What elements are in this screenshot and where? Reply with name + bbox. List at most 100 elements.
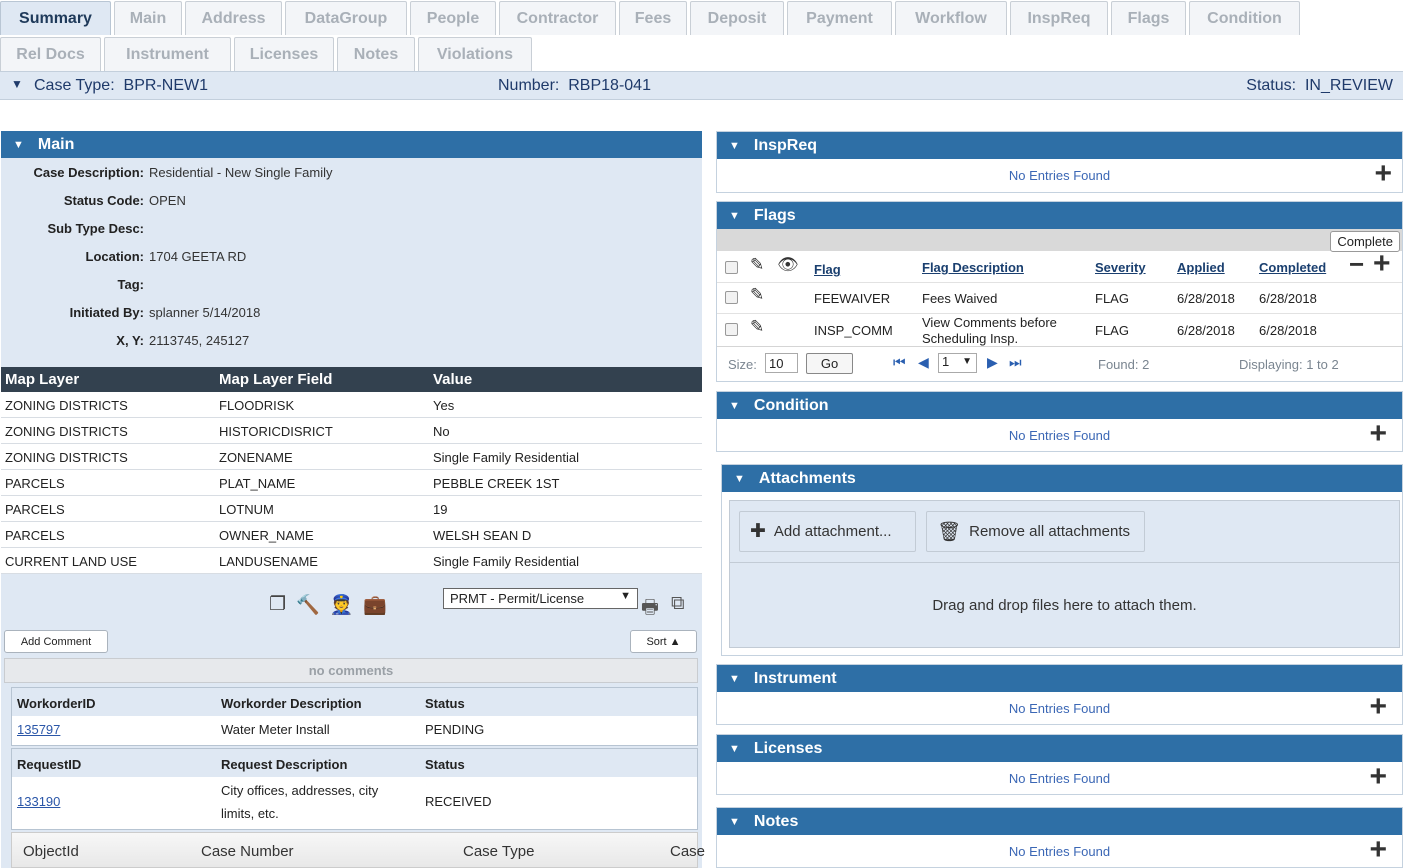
displaying-range: Displaying: 1 to 2 — [1239, 357, 1339, 372]
tab-notes[interactable]: Notes — [337, 37, 415, 71]
select-all-checkbox[interactable] — [725, 261, 738, 274]
table-row: 133190 City offices, addresses, city lim… — [17, 783, 492, 821]
tab-row-1: Summary Main Address DataGroup People Co… — [0, 1, 1303, 35]
chevron-down-icon[interactable]: ▼ — [729, 816, 740, 828]
add-icon[interactable]: + — [1369, 419, 1387, 449]
attachments-area: ✚ Add attachment... 🗑 Remove all attachmen… — [729, 500, 1400, 648]
copy-icon[interactable]: ❐ — [269, 593, 286, 617]
dropdown-arrow-icon: ▼ — [620, 590, 631, 602]
tab-licenses[interactable]: Licenses — [234, 37, 334, 71]
requests-header: RequestID Request Description Status — [12, 749, 697, 777]
module-select[interactable]: PRMT - Permit/License ▼ — [443, 588, 638, 609]
flags-header[interactable]: ▼ Flags — [717, 202, 1402, 229]
add-icon[interactable]: + — [1374, 159, 1392, 189]
tab-workflow[interactable]: Workflow — [895, 1, 1007, 35]
chevron-down-icon[interactable]: ▼ — [729, 400, 740, 412]
tab-payment[interactable]: Payment — [787, 1, 892, 35]
table-row: ZONING DISTRICTS ZONENAME Single Family Re… — [1, 444, 702, 470]
condition-header[interactable]: ▼ Condition — [717, 392, 1402, 419]
edit-icon[interactable]: ✎ — [750, 285, 764, 305]
notes-header[interactable]: ▼ Notes — [717, 808, 1402, 835]
chevron-down-icon[interactable]: ▼ — [729, 210, 740, 222]
workorders-table: WorkorderID Workorder Description Status… — [11, 687, 698, 746]
table-row: CURRENT LAND USE LANDUSENAME Single Family… — [1, 548, 702, 574]
row-checkbox[interactable] — [725, 323, 738, 336]
tab-main[interactable]: Main — [114, 1, 182, 35]
instrument-header[interactable]: ▼ Instrument — [717, 665, 1402, 692]
tab-deposit[interactable]: Deposit — [690, 1, 784, 35]
found-count: Found: 2 — [1098, 357, 1150, 372]
condition-panel: ▼ Condition No Entries Found + — [716, 391, 1403, 452]
remove-icon[interactable]: − — [1349, 249, 1364, 280]
tab-flags[interactable]: Flags — [1111, 1, 1186, 35]
table-row: ZONING DISTRICTS FLOODRISK Yes — [1, 392, 702, 418]
add-comment-button[interactable]: Add Comment — [4, 630, 108, 653]
first-page-icon[interactable]: ⏮ — [893, 354, 906, 371]
inspreq-header[interactable]: ▼ InspReq — [717, 132, 1402, 159]
tab-rel-docs[interactable]: Rel Docs — [0, 37, 101, 71]
inspector-icon[interactable]: 👮 — [330, 593, 354, 617]
prev-page-icon[interactable]: ◀ — [918, 354, 929, 371]
map-layer-table: Map Layer Map Layer Field Value ZONING D… — [1, 367, 702, 574]
workorder-id-link[interactable]: 135797 — [17, 722, 60, 737]
go-button[interactable]: Go — [806, 353, 853, 374]
table-row: PARCELS LOTNUM 19 — [1, 496, 702, 522]
chevron-down-icon[interactable]: ▼ — [729, 140, 740, 152]
tab-violations[interactable]: Violations — [418, 37, 532, 71]
drop-zone[interactable]: Drag and drop files here to attach them. — [730, 562, 1399, 646]
chevron-down-icon[interactable]: ▼ — [734, 473, 745, 485]
sort-button[interactable]: Sort ▲ — [630, 630, 697, 653]
add-icon[interactable]: + — [1373, 247, 1391, 281]
edit-icon[interactable]: ✎ — [750, 317, 764, 337]
briefcase-icon[interactable]: 💼 — [363, 593, 387, 617]
col-severity[interactable]: Severity — [1095, 260, 1146, 275]
licenses-header[interactable]: ▼ Licenses — [717, 735, 1402, 762]
tab-summary[interactable]: Summary — [0, 1, 111, 35]
row-checkbox[interactable] — [725, 291, 738, 304]
chevron-down-icon[interactable]: ▼ — [13, 139, 24, 151]
add-icon[interactable]: + — [1369, 692, 1387, 722]
tab-condition[interactable]: Condition — [1189, 1, 1300, 35]
col-flag[interactable]: Flag — [814, 262, 841, 277]
add-icon[interactable]: + — [1369, 762, 1387, 792]
col-applied[interactable]: Applied — [1177, 260, 1225, 275]
tab-datagroup[interactable]: DataGroup — [285, 1, 407, 35]
chevron-down-icon[interactable]: ▼ — [729, 743, 740, 755]
chevron-down-icon[interactable]: ▼ — [729, 673, 740, 685]
gavel-icon[interactable]: 🔨 — [296, 593, 320, 617]
page-size-input[interactable] — [765, 353, 798, 373]
add-attachment-button[interactable]: ✚ Add attachment... — [739, 511, 916, 552]
hierarchy-icon[interactable]: ⧉ — [671, 593, 685, 615]
chevron-down-icon[interactable]: ▼ — [11, 77, 23, 91]
tab-inspreq[interactable]: InspReq — [1010, 1, 1108, 35]
remove-all-attachments-button[interactable]: 🗑 Remove all attachments — [926, 511, 1145, 552]
print-icon[interactable]: 🖶 — [641, 593, 659, 625]
page-select[interactable]: 1 ▼ — [938, 353, 977, 373]
plus-icon: ✚ — [750, 521, 766, 542]
requests-table: RequestID Request Description Status 133… — [11, 748, 698, 830]
tab-instrument[interactable]: Instrument — [104, 37, 231, 71]
edit-icon: ✎ — [750, 255, 765, 274]
case-type: Case Type: BPR-NEW1 — [34, 77, 208, 94]
tab-fees[interactable]: Fees — [619, 1, 687, 35]
col-flag-description[interactable]: Flag Description — [922, 260, 1024, 275]
attachments-header[interactable]: ▼ Attachments — [722, 465, 1402, 492]
next-page-icon[interactable]: ▶ — [987, 354, 998, 371]
tab-contractor[interactable]: Contractor — [499, 1, 616, 35]
col-completed[interactable]: Completed — [1259, 260, 1326, 275]
tab-people[interactable]: People — [410, 1, 496, 35]
empty-message: No Entries Found — [1008, 168, 1111, 183]
main-panel: ▼ Main Case Description: Residential - New… — [1, 131, 705, 868]
empty-message: No Entries Found — [1008, 844, 1111, 859]
flags-panel: ▼ Flags Complete ✎ 👁 Flag Flag Descriptio… — [716, 201, 1403, 382]
request-id-link[interactable]: 133190 — [17, 794, 60, 809]
case-header-bar: ▼ Case Type: BPR-NEW1 Number: RBP18-041 … — [0, 71, 1403, 100]
add-icon[interactable]: + — [1369, 835, 1387, 865]
case-number: Number: RBP18-041 — [498, 77, 651, 94]
table-row: ZONING DISTRICTS HISTORICDISRICT No — [1, 418, 702, 444]
last-page-icon[interactable]: ⏭ — [1009, 354, 1022, 371]
main-panel-header[interactable]: ▼ Main — [1, 131, 702, 158]
tab-row-2: Rel Docs Instrument Licenses Notes Viola… — [0, 37, 535, 71]
tab-address[interactable]: Address — [185, 1, 282, 35]
table-row: PARCELS PLAT_NAME PEBBLE CREEK 1ST — [1, 470, 702, 496]
